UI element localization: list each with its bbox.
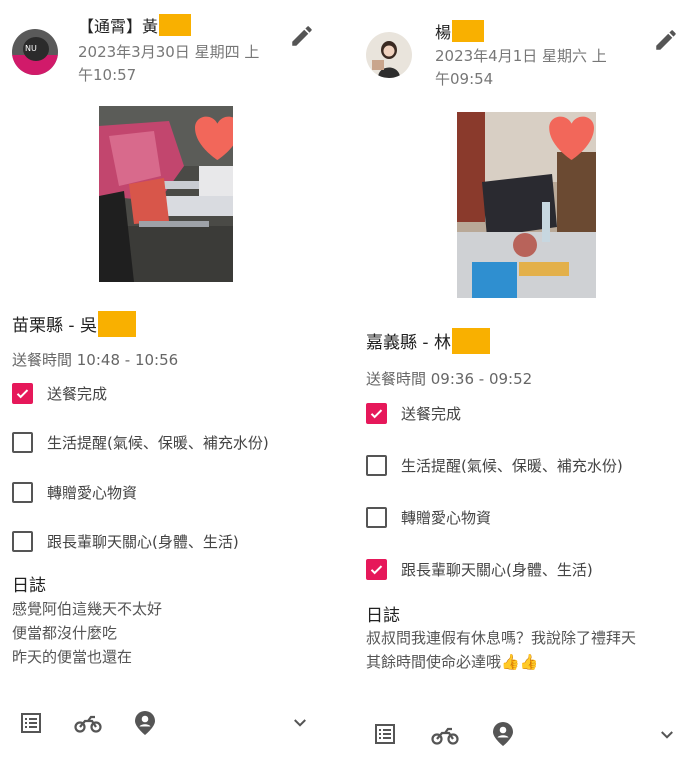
motorcycle-icon[interactable]: [74, 712, 102, 738]
checklist-item-donated-supplies[interactable]: 轉贈愛心物資: [12, 482, 137, 503]
avatar[interactable]: [366, 32, 412, 78]
checklist-item-meal-delivered[interactable]: 送餐完成: [12, 383, 107, 404]
checklist-label: 生活提醒(氣候、保暖、補充水份): [47, 434, 269, 452]
checkbox-checked[interactable]: [366, 559, 387, 580]
redaction-block: [451, 328, 490, 354]
avatar[interactable]: NU: [12, 29, 58, 75]
checklist-item-chat-care[interactable]: 跟長輩聊天關心(身體、生活): [12, 531, 239, 552]
delivery-time: 送餐時間 10:48 - 10:56: [12, 351, 179, 369]
checklist-label: 送餐完成: [401, 405, 462, 423]
list-icon[interactable]: [19, 711, 43, 739]
log-heading: 日誌: [12, 576, 46, 596]
location-person-icon[interactable]: [133, 710, 157, 740]
author-name: 楊: [435, 19, 485, 43]
motorcycle-icon[interactable]: [431, 724, 459, 750]
log-heading: 日誌: [366, 606, 400, 626]
checklist-label: 跟長輩聊天關心(身體、生活): [47, 533, 239, 551]
redaction-block: [97, 311, 136, 337]
edit-icon[interactable]: [289, 23, 315, 49]
post-photo[interactable]: [457, 112, 596, 298]
checklist-label: 生活提醒(氣候、保暖、補充水份): [401, 457, 623, 475]
log-text: 叔叔問我連假有休息嗎？我說除了禮拜天 其餘時間使命必達哦👍👍: [366, 629, 637, 671]
chevron-down-icon[interactable]: [656, 726, 678, 748]
post-card-2: 楊 2023年4月1日 星期六 上 午09:54 嘉義縣 - 林 送餐時間 09…: [352, 0, 694, 771]
checklist-item-chat-care[interactable]: 跟長輩聊天關心(身體、生活): [366, 559, 593, 580]
checklist-label: 送餐完成: [47, 385, 108, 403]
location-title: 嘉義縣 - 林: [366, 328, 490, 354]
location-person-icon[interactable]: [491, 721, 515, 751]
location-title: 苗栗縣 - 吳: [12, 311, 136, 337]
post-date: 2023年3月30日 星期四 上 午10:57: [78, 43, 260, 84]
checkbox-checked[interactable]: [12, 383, 33, 404]
checklist-item-life-reminder[interactable]: 生活提醒(氣候、保暖、補充水份): [366, 455, 623, 476]
checkbox-unchecked[interactable]: [366, 507, 387, 528]
log-text: 感覺阿伯這幾天不太好 便當都沒什麼吃 昨天的便當也還在: [12, 600, 163, 666]
chevron-down-icon[interactable]: [289, 714, 311, 736]
author-name: 【通霄】黃: [78, 13, 192, 37]
svg-text:NU: NU: [25, 44, 37, 53]
checklist-label: 轉贈愛心物資: [47, 484, 138, 502]
checkbox-unchecked[interactable]: [12, 432, 33, 453]
checklist-item-meal-delivered[interactable]: 送餐完成: [366, 403, 461, 424]
checkbox-unchecked[interactable]: [366, 455, 387, 476]
checklist-item-donated-supplies[interactable]: 轉贈愛心物資: [366, 507, 491, 528]
post-date: 2023年4月1日 星期六 上 午09:54: [435, 47, 607, 88]
post-photo[interactable]: [99, 106, 233, 282]
checklist-label: 轉贈愛心物資: [401, 509, 492, 527]
list-icon[interactable]: [373, 722, 397, 750]
checkbox-unchecked[interactable]: [12, 531, 33, 552]
checkbox-unchecked[interactable]: [12, 482, 33, 503]
checklist-item-life-reminder[interactable]: 生活提醒(氣候、保暖、補充水份): [12, 432, 269, 453]
delivery-time: 送餐時間 09:36 - 09:52: [366, 370, 533, 388]
checklist-label: 跟長輩聊天關心(身體、生活): [401, 561, 593, 579]
checkbox-checked[interactable]: [366, 403, 387, 424]
edit-icon[interactable]: [653, 27, 679, 53]
redaction-block: [452, 20, 485, 42]
redaction-block: [159, 14, 192, 36]
post-card-1: NU 【通霄】黃 2023年3月30日 星期四 上 午10:57 苗栗縣 - 吳: [0, 0, 345, 771]
